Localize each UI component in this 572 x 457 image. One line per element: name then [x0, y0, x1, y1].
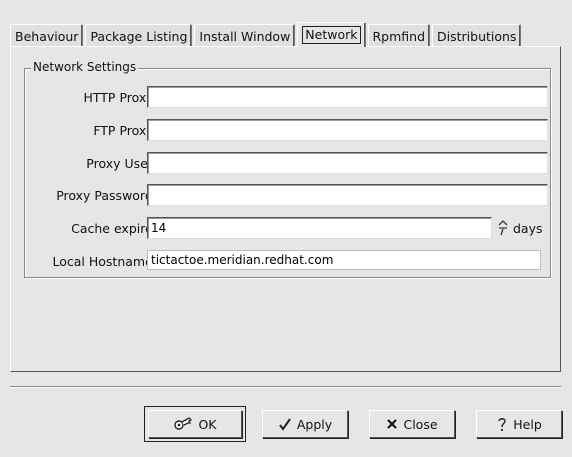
ok-label: OK	[198, 416, 217, 432]
cache-expire-label: Cache expire:	[71, 221, 157, 236]
ftp-proxy-input[interactable]	[147, 119, 548, 141]
tab-install-window[interactable]: Install Window	[194, 24, 296, 47]
help-button[interactable]: Help	[476, 410, 562, 438]
network-page: Network Settings HTTP Proxy: FTP Proxy: …	[10, 46, 561, 372]
tab-behaviour[interactable]: Behaviour	[10, 24, 84, 47]
http-proxy-input[interactable]	[147, 86, 548, 108]
tab-label: Install Window	[199, 28, 291, 44]
spin-arrows-icon[interactable]	[496, 217, 510, 239]
cache-expire-row: Cache expire: days	[25, 217, 550, 241]
tab-network[interactable]: Network	[297, 22, 366, 47]
cache-expire-spinner: days	[147, 217, 543, 239]
cache-expire-input[interactable]	[147, 217, 492, 239]
local-hostname-input[interactable]	[147, 250, 541, 270]
local-hostname-label: Local Hostname:	[52, 254, 158, 269]
tab-label: Distributions	[437, 28, 517, 44]
tab-distributions[interactable]: Distributions	[432, 24, 522, 47]
tab-label: Network	[302, 26, 361, 44]
preferences-dialog: Behaviour Package Listing Install Window…	[0, 0, 572, 457]
tab-bar: Behaviour Package Listing Install Window…	[10, 21, 523, 47]
ok-button[interactable]: OK	[144, 406, 246, 442]
close-label: Close	[403, 416, 438, 432]
key-icon	[173, 416, 193, 432]
tab-label: Behaviour	[15, 28, 79, 44]
http-proxy-row: HTTP Proxy:	[25, 86, 550, 110]
proxy-password-input[interactable]	[147, 184, 548, 206]
network-settings-frame: Network Settings HTTP Proxy: FTP Proxy: …	[24, 60, 551, 278]
local-hostname-row: Local Hostname:	[25, 250, 550, 274]
tab-label: Rpmfind	[372, 28, 426, 44]
proxy-password-row: Proxy Password:	[25, 184, 550, 208]
x-icon	[386, 418, 398, 430]
close-button[interactable]: Close	[369, 410, 455, 438]
http-proxy-label: HTTP Proxy:	[83, 90, 157, 105]
tab-rpmfind[interactable]: Rpmfind	[367, 24, 431, 47]
tab-package-listing[interactable]: Package Listing	[85, 24, 193, 47]
apply-label: Apply	[296, 416, 333, 432]
question-icon	[496, 416, 508, 432]
proxy-password-label: Proxy Password:	[56, 188, 157, 203]
help-label: Help	[513, 416, 542, 432]
checkmark-icon	[278, 417, 292, 431]
apply-button[interactable]: Apply	[262, 410, 348, 438]
separator	[10, 386, 561, 388]
proxy-user-row: Proxy User:	[25, 152, 550, 176]
tab-label: Package Listing	[90, 28, 188, 44]
frame-title: Network Settings	[31, 60, 139, 74]
cache-expire-unit: days	[513, 221, 543, 236]
ftp-proxy-row: FTP Proxy:	[25, 119, 550, 143]
proxy-user-input[interactable]	[147, 152, 548, 174]
